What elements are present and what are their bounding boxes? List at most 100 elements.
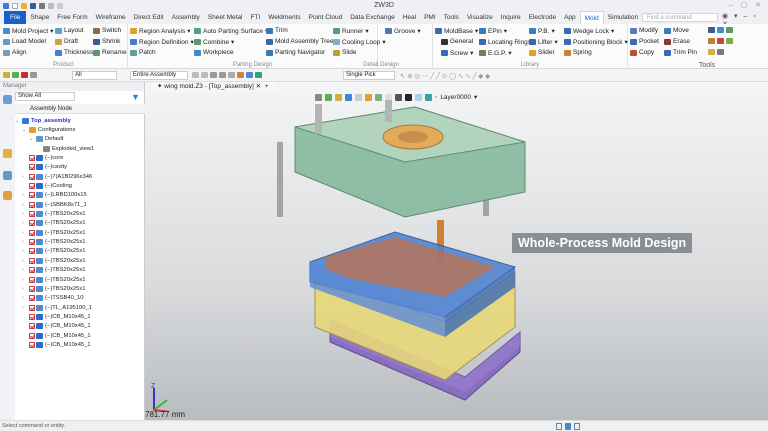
- visibility-checkbox[interactable]: [29, 229, 35, 236]
- history-tab-icon[interactable]: [3, 149, 12, 158]
- wedge-lock-button[interactable]: Wedge Lock ▾: [564, 27, 614, 35]
- shrink-button[interactable]: Shrink: [93, 38, 120, 45]
- menu-tab-app[interactable]: App: [560, 11, 580, 24]
- egp-button[interactable]: E.G.P. ▾: [479, 49, 512, 57]
- visibility-checkbox[interactable]: [29, 248, 35, 255]
- window-controls[interactable]: – ▢ ✕: [729, 1, 764, 9]
- menu-tab-simulation[interactable]: Simulation: [604, 11, 642, 24]
- menu-tab-sheet-metal[interactable]: Sheet Metal: [204, 11, 247, 24]
- selection-tools[interactable]: [192, 72, 262, 78]
- assembly-tab-icon[interactable]: [3, 95, 12, 104]
- visibility-checkbox[interactable]: [29, 257, 35, 264]
- undo-icon[interactable]: [48, 2, 54, 9]
- moldbase-button[interactable]: MoldBase ▾: [435, 27, 478, 35]
- visibility-checkbox[interactable]: [29, 155, 35, 162]
- modify-button[interactable]: Modify: [630, 27, 658, 34]
- visibility-checkbox[interactable]: [29, 201, 35, 208]
- expand-toggle[interactable]: ›: [22, 295, 29, 301]
- runner-button[interactable]: Runner ▾: [333, 27, 369, 35]
- cooling-loop-button[interactable]: Cooling Loop ▾: [333, 38, 386, 46]
- expand-toggle[interactable]: ⌄: [15, 118, 22, 124]
- expand-toggle[interactable]: ›: [22, 220, 29, 226]
- visibility-checkbox[interactable]: [29, 332, 35, 339]
- filter-icon[interactable]: ▼: [131, 92, 140, 102]
- expand-toggle[interactable]: ›: [22, 202, 29, 208]
- open-icon[interactable]: [21, 2, 27, 9]
- tool-icons[interactable]: [708, 38, 733, 44]
- redo-icon[interactable]: [57, 2, 63, 9]
- expand-toggle[interactable]: ⌄: [29, 136, 36, 142]
- tree-node[interactable]: ⌄ Default: [15, 135, 94, 144]
- spring-button[interactable]: Spring: [564, 49, 592, 56]
- visibility-checkbox[interactable]: [29, 285, 35, 292]
- layout-button[interactable]: Layout: [55, 27, 84, 34]
- expand-toggle[interactable]: ›: [22, 248, 29, 254]
- snap-tools[interactable]: ↖ ⊕ ◎ ⋯ ╱ ╱ ⊙ ◯ ∿ ∿ ╱ ◆ ◆: [400, 72, 490, 80]
- visibility-checkbox[interactable]: [29, 295, 35, 302]
- region-analysis-button[interactable]: Region Analysis ▾: [130, 27, 191, 35]
- tree-node[interactable]: › (−)TBS20x25x1: [15, 275, 94, 284]
- workpiece-button[interactable]: Workpiece: [194, 49, 234, 56]
- tool-icons[interactable]: [708, 27, 733, 33]
- print-icon[interactable]: [39, 2, 45, 9]
- pocket-button[interactable]: Pocket: [630, 38, 659, 45]
- tree-node[interactable]: Exploded_view1: [15, 144, 94, 153]
- menu-tab-visualize[interactable]: Visualize: [463, 11, 497, 24]
- visibility-checkbox[interactable]: [29, 304, 35, 311]
- tree-node[interactable]: (−)CB_M10x45_1: [15, 340, 94, 349]
- visibility-checkbox[interactable]: [29, 211, 35, 218]
- tree-node[interactable]: (−)CB_M10x45_1: [15, 331, 94, 340]
- align-button[interactable]: Align: [3, 49, 26, 56]
- mold-assembly-tree-button[interactable]: Mold Assembly Tree: [266, 38, 334, 45]
- menu-tab-tools[interactable]: Tools: [440, 11, 463, 24]
- tool-icons[interactable]: [708, 49, 724, 55]
- visibility-checkbox[interactable]: [29, 313, 35, 320]
- menu-tab-pmi[interactable]: PMI: [420, 11, 440, 24]
- tree-node[interactable]: ⌄ Configurations: [15, 125, 94, 134]
- pb-button[interactable]: P.B. ▾: [529, 27, 555, 35]
- expand-toggle[interactable]: ›: [22, 305, 29, 311]
- menu-tab-file[interactable]: File: [4, 11, 27, 24]
- expand-toggle[interactable]: ›: [22, 211, 29, 217]
- switch-button[interactable]: Switch: [93, 27, 121, 34]
- thickness-button[interactable]: Thickness: [55, 49, 93, 56]
- rename-button[interactable]: Rename: [93, 49, 127, 56]
- tree-node[interactable]: ⌄ Top_assembly: [15, 116, 94, 125]
- status-icons[interactable]: [556, 423, 580, 430]
- tree-node[interactable]: › (−)TBS20x25x1: [15, 256, 94, 265]
- tree-node[interactable]: › (−)TBS20x25x1: [15, 237, 94, 246]
- menu-tab-electrode[interactable]: Electrode: [525, 11, 560, 24]
- tree-node[interactable]: › (−)TBS20x25x1: [15, 219, 94, 228]
- move-button[interactable]: Move: [664, 27, 689, 34]
- epin-button[interactable]: EPin ▾: [479, 27, 507, 35]
- tree-node[interactable]: › (−)TSSB40_10: [15, 294, 94, 303]
- general-button[interactable]: General: [441, 38, 473, 45]
- expand-toggle[interactable]: ›: [22, 174, 29, 180]
- trim-pin-button[interactable]: Trim Pin: [664, 49, 697, 56]
- tree-node[interactable]: › (−)TBS20x25x1: [15, 228, 94, 237]
- tree-node[interactable]: › (−)LRBD100x15: [15, 191, 94, 200]
- menu-tab-shape[interactable]: Shape: [26, 11, 53, 24]
- pick-mode-select[interactable]: Single Pick: [343, 71, 395, 80]
- lifter-button[interactable]: Lifter ▾: [529, 38, 558, 46]
- erase-button[interactable]: Erase: [664, 38, 690, 45]
- groove-button[interactable]: Groove ▾: [385, 27, 421, 35]
- visibility-checkbox[interactable]: [29, 267, 35, 274]
- expand-toggle[interactable]: ›: [22, 230, 29, 236]
- menu-tab-mold[interactable]: Mold: [579, 11, 604, 24]
- menu-tab-weldments[interactable]: Weldments: [264, 11, 304, 24]
- user-tab-icon[interactable]: [3, 191, 12, 200]
- expand-toggle[interactable]: ›: [22, 277, 29, 283]
- tree-node[interactable]: › (−)SBBK8x71_1: [15, 200, 94, 209]
- visibility-checkbox[interactable]: [29, 164, 35, 171]
- patch-button[interactable]: Patch: [130, 49, 156, 56]
- auto-parting-surface-button[interactable]: Auto Parting Surface ▾: [194, 27, 268, 35]
- menu-tab-free-form[interactable]: Free Form: [53, 11, 91, 24]
- tree-node[interactable]: › (−)TBS20x25x1: [15, 266, 94, 275]
- tree-node[interactable]: › (−)7(A1BI296x346: [15, 172, 94, 181]
- tree-node[interactable]: (−)cavity: [15, 163, 94, 172]
- combine-button[interactable]: Combine ▾: [194, 38, 234, 46]
- filter-select[interactable]: All: [72, 71, 117, 80]
- menu-tab-direct-edit[interactable]: Direct Edit: [130, 11, 168, 24]
- parting-navigator-button[interactable]: Parting Navigator: [266, 49, 325, 56]
